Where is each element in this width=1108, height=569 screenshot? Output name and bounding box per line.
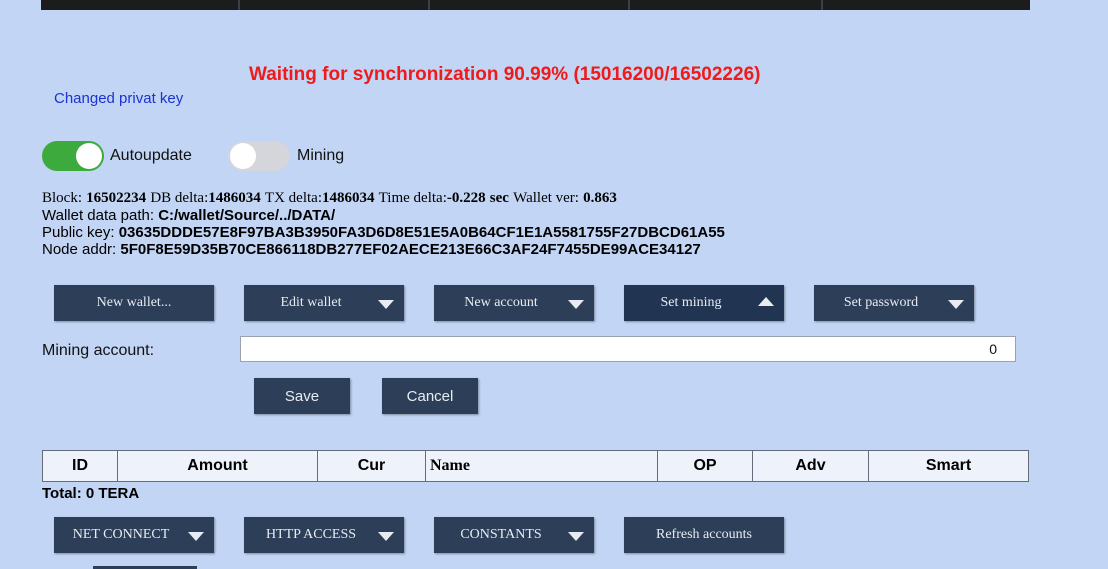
mining-account-input[interactable] xyxy=(240,336,1016,362)
chevron-down-icon xyxy=(188,531,204,541)
chevron-up-icon xyxy=(758,296,774,306)
set-mining-button[interactable]: Set mining xyxy=(624,285,784,321)
chevron-down-icon xyxy=(948,299,964,309)
accounts-table: ID Amount Cur Name OP Adv Smart xyxy=(42,450,1029,482)
mining-toggle[interactable] xyxy=(228,141,290,171)
block-status-line: Block: 16502234 DB delta:1486034 TX delt… xyxy=(42,190,617,206)
changed-key-link[interactable]: Changed privat key xyxy=(54,90,183,107)
top-tab-strip xyxy=(41,0,1030,10)
column-header-op[interactable]: OP xyxy=(657,450,753,482)
wallet-path-line: Wallet data path: C:/wallet/Source/../DA… xyxy=(42,207,336,224)
toggle-knob xyxy=(230,143,256,169)
chevron-down-icon xyxy=(568,531,584,541)
toggle-knob xyxy=(76,143,102,169)
column-header-name[interactable]: Name xyxy=(425,450,658,482)
constants-button[interactable]: CONSTANTS xyxy=(434,517,594,553)
column-header-id[interactable]: ID xyxy=(42,450,118,482)
http-access-button[interactable]: HTTP ACCESS xyxy=(244,517,404,553)
column-header-smart[interactable]: Smart xyxy=(868,450,1029,482)
new-wallet-button[interactable]: New wallet... xyxy=(54,285,214,321)
column-header-cur[interactable]: Cur xyxy=(317,450,426,482)
new-account-button[interactable]: New account xyxy=(434,285,594,321)
node-addr-line: Node addr: 5F0F8E59D35B70CE866118DB277EF… xyxy=(42,241,701,258)
save-button[interactable]: Save xyxy=(254,378,350,414)
refresh-accounts-button[interactable]: Refresh accounts xyxy=(624,517,784,553)
accounts-total: Total: 0 TERA xyxy=(42,485,140,502)
mining-label: Mining xyxy=(297,147,345,164)
autoupdate-toggle[interactable] xyxy=(42,141,104,171)
chevron-down-icon xyxy=(378,531,394,541)
chevron-down-icon xyxy=(568,299,584,309)
sync-status: Waiting for synchronization 90.99% (1501… xyxy=(249,64,761,85)
chevron-down-icon xyxy=(378,299,394,309)
net-connect-button[interactable]: NET CONNECT xyxy=(54,517,214,553)
column-header-adv[interactable]: Adv xyxy=(752,450,869,482)
public-key-line: Public key: 03635DDDE57E8F97BA3B3950FA3D… xyxy=(42,224,725,241)
edit-wallet-button[interactable]: Edit wallet xyxy=(244,285,404,321)
table-header-row: ID Amount Cur Name OP Adv Smart xyxy=(42,450,1029,482)
column-header-amount[interactable]: Amount xyxy=(117,450,318,482)
autoupdate-label: Autoupdate xyxy=(110,147,192,164)
set-password-button[interactable]: Set password xyxy=(814,285,974,321)
cancel-button[interactable]: Cancel xyxy=(382,378,478,414)
mining-account-label: Mining account: xyxy=(42,342,155,359)
